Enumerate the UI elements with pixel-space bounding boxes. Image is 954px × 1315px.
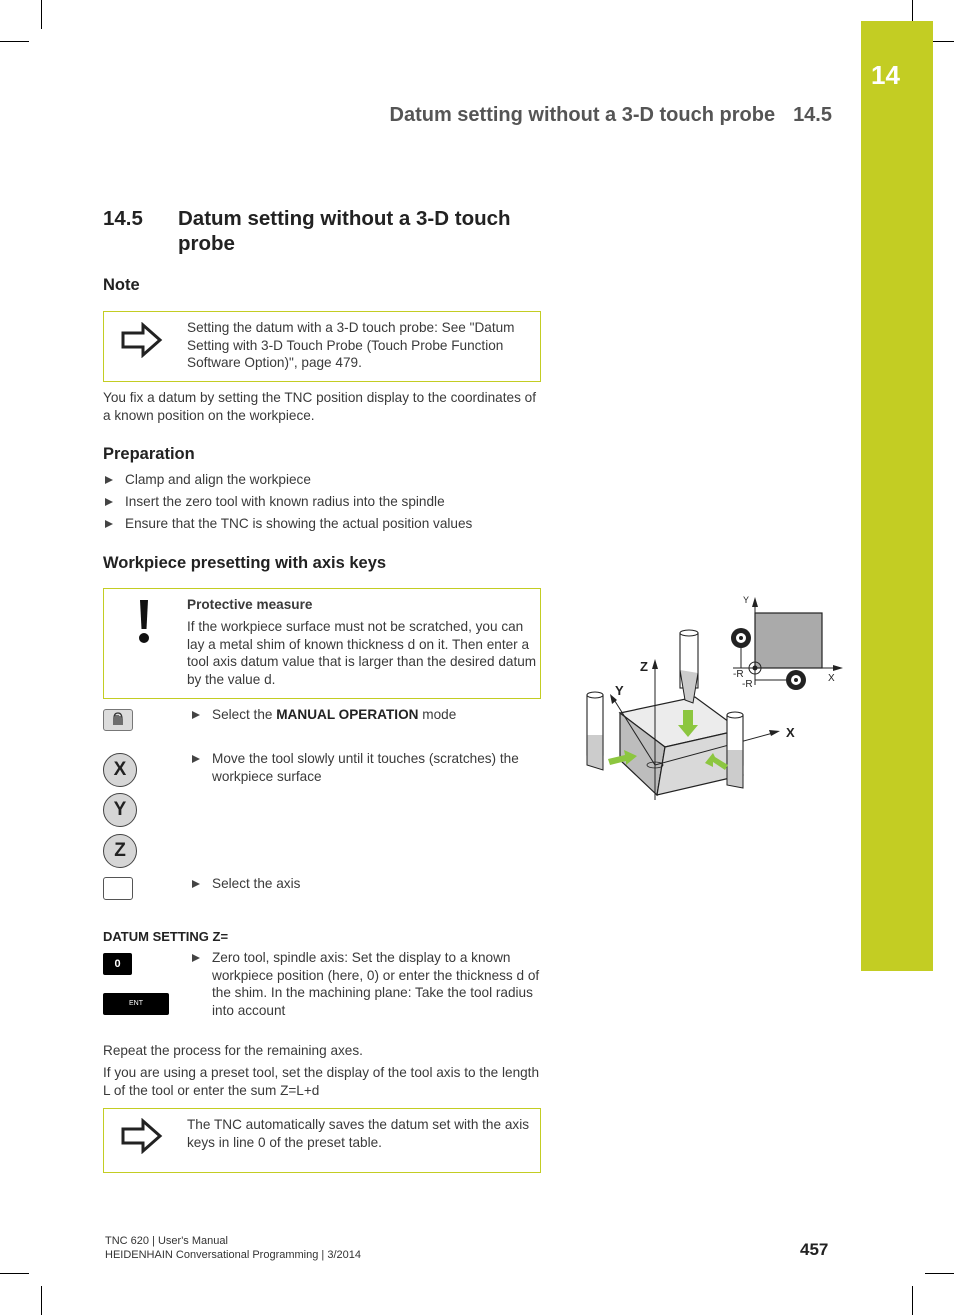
crop-mark	[41, 1286, 42, 1315]
step-text: Select the axis	[212, 876, 301, 891]
figure-label-z: Z	[640, 659, 648, 674]
hand-icon	[113, 712, 123, 725]
arrow-right-icon	[121, 1118, 163, 1154]
repeat-paragraph: Repeat the process for the remaining axe…	[103, 1043, 363, 1058]
running-head-section: 14.5	[793, 104, 832, 126]
bullet-triangle-icon	[192, 755, 200, 763]
step-text: Zero tool, spindle axis: Set the display…	[212, 950, 540, 1018]
axis-key-z[interactable]: Z	[103, 834, 137, 868]
manual-operation-key[interactable]	[103, 709, 133, 731]
note-heading: Note	[103, 276, 140, 294]
exclamation-icon	[139, 600, 149, 643]
section-number: 14.5	[103, 207, 143, 230]
cutter-bottom	[786, 670, 806, 690]
key-zero[interactable]: 0	[103, 953, 132, 975]
step-text: Select the	[212, 707, 277, 722]
preparation-step-text: Ensure that the TNC is showing the actua…	[125, 516, 473, 531]
key-ent[interactable]: ENT	[103, 993, 169, 1015]
preparation-step-text: Clamp and align the workpiece	[125, 472, 311, 487]
note-box: Setting the datum with a 3-D touch probe…	[103, 311, 541, 382]
bullet-triangle-icon	[105, 498, 113, 506]
final-note-box: The TNC automatically saves the datum se…	[103, 1108, 541, 1173]
footer: TNC 620 | User's Manual HEIDENHAIN Conve…	[105, 1234, 361, 1262]
crop-mark	[0, 41, 29, 42]
crop-mark	[925, 1273, 954, 1274]
crop-mark	[933, 41, 954, 42]
tool-left	[586, 691, 604, 771]
running-head-title: Datum setting without a 3-D touch probe	[389, 104, 776, 126]
preparation-step-text: Insert the zero tool with known radius i…	[125, 494, 445, 509]
axis-key-x[interactable]: X	[103, 753, 137, 787]
preset-tool-paragraph: If you are using a preset tool, set the …	[103, 1065, 540, 1098]
bullet-triangle-icon	[192, 954, 200, 962]
inset-label-y: Y	[743, 595, 750, 605]
bullet-triangle-icon	[192, 711, 200, 719]
mode-name: MANUAL OPERATION	[276, 707, 419, 722]
bullet-triangle-icon	[105, 476, 113, 484]
inset-label-minus-r-bottom: -R	[742, 679, 753, 690]
bullet-triangle-icon	[192, 880, 200, 888]
footer-line2: HEIDENHAIN Conversational Programming | …	[105, 1249, 361, 1261]
chapter-number: 14	[871, 60, 900, 90]
page-number: 457	[800, 1240, 829, 1259]
warning-box: Protective measure If the workpiece surf…	[103, 588, 541, 699]
warning-text: If the workpiece surface must not be scr…	[187, 619, 537, 687]
step-text: Move the tool slowly until it touches (s…	[212, 751, 519, 784]
bullet-triangle-icon	[105, 520, 113, 528]
z-axis-arrow	[652, 659, 658, 669]
cutter-left	[731, 628, 751, 648]
datum-figure: Z Y X Y X -R -R	[575, 585, 845, 805]
running-head: Datum setting without a 3-D touch probe 1…	[372, 104, 832, 127]
figure-label-y: Y	[615, 683, 624, 698]
axis-key-y[interactable]: Y	[103, 793, 137, 827]
final-note-text: The TNC automatically saves the datum se…	[187, 1117, 530, 1150]
crop-mark	[912, 0, 913, 21]
tool-right	[726, 711, 744, 789]
chapter-tab	[861, 21, 933, 971]
step-text: mode	[418, 707, 457, 722]
crop-mark	[41, 0, 42, 29]
x-axis-arrow	[769, 730, 780, 736]
section-title: Datum setting without a 3-D touch probe	[178, 207, 511, 255]
figure-label-x: X	[786, 725, 795, 740]
inset-label-x: X	[828, 673, 835, 684]
preparation-heading: Preparation	[103, 445, 195, 463]
footer-line1: TNC 620 | User's Manual	[105, 1235, 228, 1247]
note-paragraph: You fix a datum by setting the TNC posit…	[103, 390, 536, 423]
note-box-text: Setting the datum with a 3-D touch probe…	[187, 320, 515, 370]
presetting-heading: Workpiece presetting with axis keys	[103, 554, 387, 572]
inset-workpiece	[754, 612, 823, 669]
warning-title: Protective measure	[187, 597, 313, 612]
blank-key[interactable]	[103, 877, 133, 900]
tool-top	[679, 629, 699, 704]
arrow-right-icon	[121, 322, 163, 358]
crop-mark	[912, 1286, 913, 1315]
crop-mark	[0, 1273, 29, 1274]
dialog-label: DATUM SETTING Z=	[103, 929, 229, 944]
